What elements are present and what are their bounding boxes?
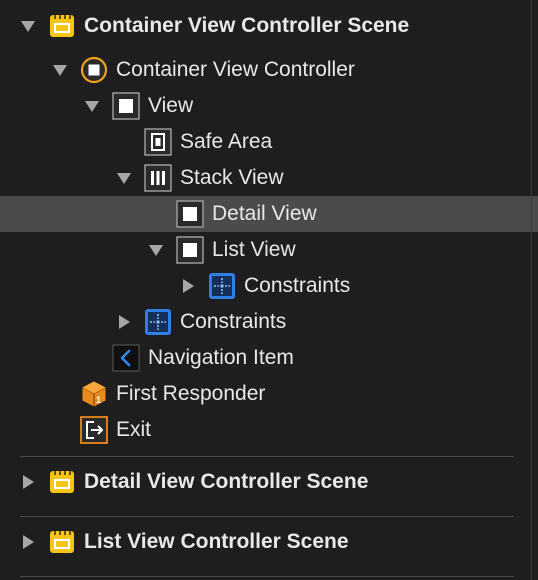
constraints-icon [145, 309, 171, 335]
view-icon [176, 200, 204, 228]
disclosure-expanded-icon[interactable] [20, 18, 36, 34]
safe-area-icon [144, 128, 172, 156]
scene-icon [50, 531, 74, 553]
constraints-label: Constraints [180, 310, 287, 333]
scene-separator [20, 456, 514, 457]
constraints-icon [209, 273, 235, 299]
scene-icon [50, 15, 74, 37]
outline-row-list-view-constraints[interactable]: Constraints [0, 268, 538, 304]
outline-row-list-scene[interactable]: List View Controller Scene [0, 524, 538, 560]
list-scene-label: List View Controller Scene [84, 530, 349, 553]
container-scene-label: Container View Controller Scene [84, 14, 410, 37]
disclosure-collapsed-icon[interactable] [180, 278, 196, 294]
view-controller-icon [80, 56, 108, 84]
disclosure-expanded-icon[interactable] [52, 62, 68, 78]
outline-row-view-constraints[interactable]: Constraints [0, 304, 538, 340]
document-outline: Container View Controller Scene Containe… [0, 0, 538, 580]
constraints-label: Constraints [244, 274, 351, 297]
outline-row-exit[interactable]: Exit [0, 412, 538, 448]
disclosure-collapsed-icon[interactable] [20, 474, 36, 490]
outline-row-detail-view[interactable]: Detail View [0, 196, 538, 232]
scene-separator [20, 576, 514, 577]
disclosure-collapsed-icon[interactable] [20, 534, 36, 550]
outline-row-safe-area[interactable]: Safe Area [0, 124, 538, 160]
svg-text:1: 1 [96, 395, 101, 405]
outline-row-container-view-controller[interactable]: Container View Controller [0, 52, 538, 88]
exit-icon [80, 416, 108, 444]
disclosure-collapsed-icon[interactable] [116, 314, 132, 330]
detail-scene-label: Detail View Controller Scene [84, 470, 369, 493]
view-icon [112, 92, 140, 120]
stack-view-label: Stack View [180, 166, 284, 189]
outline-row-view[interactable]: View [0, 88, 538, 124]
outline-row-navigation-item[interactable]: Navigation Item [0, 340, 538, 376]
outline-row-first-responder[interactable]: 1 First Responder [0, 376, 538, 412]
first-responder-label: First Responder [116, 382, 266, 405]
panel-divider [531, 0, 532, 580]
safe-area-label: Safe Area [180, 130, 273, 153]
navigation-item-label: Navigation Item [148, 346, 294, 369]
outline-row-stack-view[interactable]: Stack View [0, 160, 538, 196]
outline-row-list-view[interactable]: List View [0, 232, 538, 268]
detail-view-label: Detail View [212, 202, 317, 225]
outline-row-container-scene[interactable]: Container View Controller Scene [0, 8, 538, 44]
first-responder-icon: 1 [82, 381, 106, 407]
stack-view-icon [144, 164, 172, 192]
list-view-label: List View [212, 238, 296, 261]
disclosure-expanded-icon[interactable] [84, 98, 100, 114]
outline-row-detail-scene[interactable]: Detail View Controller Scene [0, 464, 538, 500]
view-label: View [148, 94, 194, 117]
disclosure-expanded-icon[interactable] [148, 242, 164, 258]
exit-label: Exit [116, 418, 152, 441]
navigation-item-icon [112, 344, 140, 372]
disclosure-expanded-icon[interactable] [116, 170, 132, 186]
scene-icon [50, 471, 74, 493]
view-icon [176, 236, 204, 264]
container-view-controller-label: Container View Controller [116, 58, 355, 81]
scene-separator [20, 516, 514, 517]
